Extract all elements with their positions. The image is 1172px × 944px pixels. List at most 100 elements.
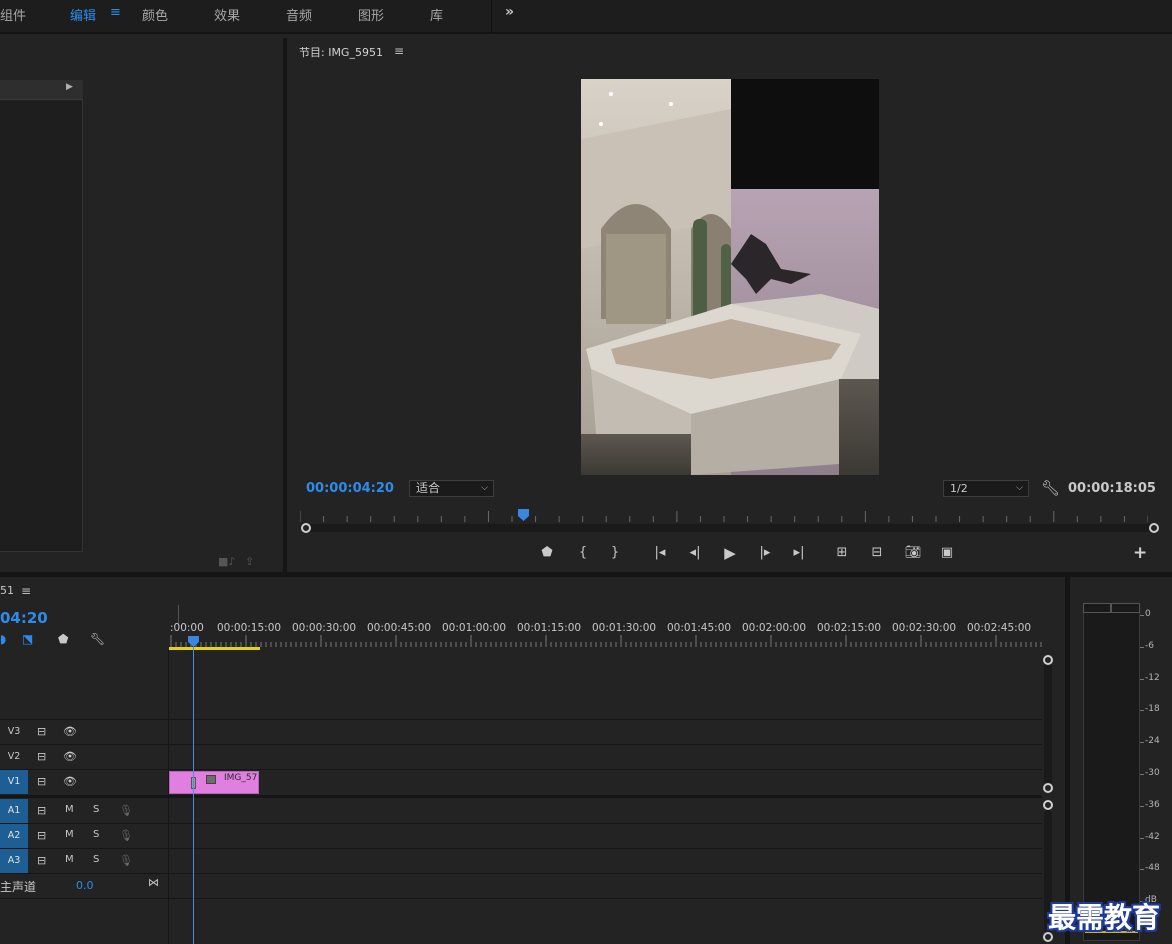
marker-icon[interactable]: ⬟ bbox=[535, 543, 559, 563]
mute-button[interactable]: M bbox=[65, 854, 74, 865]
ruler-label: 00:01:15:00 bbox=[517, 622, 582, 634]
mute-button[interactable]: M bbox=[65, 804, 74, 815]
timeline-sequence-name[interactable]: 51 bbox=[0, 584, 14, 597]
db-tick bbox=[1140, 678, 1144, 680]
track-target-v3[interactable]: V3 bbox=[0, 720, 28, 744]
track-target-a3[interactable]: A3 bbox=[0, 849, 28, 873]
workspace-tab-libraries[interactable]: 库 bbox=[430, 5, 443, 24]
program-monitor-title[interactable]: 节目: IMG_5951 bbox=[299, 44, 383, 60]
eye-icon[interactable]: 👁︎ bbox=[63, 775, 77, 788]
workspace-tab-graphics[interactable]: 图形 bbox=[358, 5, 384, 24]
timeline-timecode[interactable]: 04:20 bbox=[0, 609, 48, 627]
track-target-a1[interactable]: A1 bbox=[0, 799, 28, 823]
wrench-icon[interactable]: 🔧︎ bbox=[1041, 479, 1060, 497]
sync-lock-icon[interactable]: ⊟ bbox=[37, 829, 46, 842]
step-forward-icon[interactable]: |▸ bbox=[753, 543, 777, 563]
timeline-playhead[interactable] bbox=[188, 636, 199, 647]
workspace-tab-effects[interactable]: 效果 bbox=[214, 5, 240, 24]
export-frame-icon[interactable]: 📷︎ bbox=[901, 543, 925, 563]
track-target-v1[interactable]: V1 bbox=[0, 770, 28, 794]
scrub-end-handle[interactable] bbox=[1149, 523, 1159, 533]
workspace-overflow-icon[interactable]: » bbox=[505, 4, 514, 20]
db-label: -30 bbox=[1145, 768, 1160, 778]
expand-arrow-icon[interactable]: ▶ bbox=[66, 82, 73, 92]
linked-selection-icon[interactable]: ⬔ bbox=[22, 632, 33, 646]
panel-divider[interactable] bbox=[283, 38, 287, 574]
playback-resolution-select[interactable]: 1/2 ⌵ bbox=[943, 480, 1029, 497]
meter-clip-indicator-right[interactable] bbox=[1111, 603, 1140, 613]
mute-button[interactable]: M bbox=[65, 829, 74, 840]
playback-resolution-value: 1/2 bbox=[950, 482, 968, 495]
eye-icon[interactable]: 👁︎ bbox=[63, 725, 77, 738]
ruler-label: 00:02:00:00 bbox=[742, 622, 807, 634]
sync-lock-icon[interactable]: ⊟ bbox=[37, 725, 46, 738]
program-mini-ruler[interactable] bbox=[300, 511, 1148, 523]
scrub-start-handle[interactable] bbox=[301, 523, 311, 533]
program-playhead[interactable] bbox=[518, 509, 529, 521]
track-separator bbox=[0, 898, 1042, 899]
microphone-icon[interactable]: 🎙︎ bbox=[119, 854, 133, 867]
ruler-label: 00:02:45:00 bbox=[967, 622, 1032, 634]
add-marker-icon[interactable]: ⬟ bbox=[58, 632, 68, 646]
audio-drag-icon[interactable]: ■♪ bbox=[218, 555, 235, 568]
track-header-a2: A2 ⊟ M S 🎙︎ bbox=[0, 824, 168, 848]
workspace-menu-icon[interactable]: ≡ bbox=[110, 5, 121, 20]
db-tick bbox=[1140, 646, 1144, 648]
db-label: -42 bbox=[1145, 831, 1160, 842]
microphone-icon[interactable]: 🎙︎ bbox=[119, 804, 133, 817]
workspace-tab-assembly[interactable]: 组件 bbox=[0, 5, 26, 24]
mark-out-icon[interactable]: } bbox=[603, 543, 627, 563]
timeline-playhead-line[interactable] bbox=[193, 645, 194, 944]
master-jump-icon[interactable]: ⋈ bbox=[148, 876, 159, 889]
insert-icon[interactable]: ⊞ bbox=[830, 543, 854, 563]
scroll-handle-audio-top[interactable] bbox=[1043, 800, 1053, 810]
workspace-tab-audio[interactable]: 音频 bbox=[286, 5, 312, 24]
sync-lock-icon[interactable]: ⊟ bbox=[37, 750, 46, 763]
mark-in-icon[interactable]: { bbox=[571, 543, 595, 563]
track-target-a2[interactable]: A2 bbox=[0, 824, 28, 848]
track-target-v2[interactable]: V2 bbox=[0, 745, 28, 769]
program-video-frame[interactable] bbox=[581, 79, 879, 475]
master-volume-value[interactable]: 0.0 bbox=[76, 879, 94, 892]
add-button-icon[interactable]: + bbox=[1133, 543, 1147, 563]
program-menu-icon[interactable]: ≡ bbox=[394, 44, 404, 58]
sync-lock-icon[interactable]: ⊟ bbox=[37, 775, 46, 788]
eye-icon[interactable]: 👁︎ bbox=[63, 750, 77, 763]
video-audio-divider[interactable] bbox=[0, 795, 1042, 798]
timeline-menu-icon[interactable]: ≡ bbox=[21, 584, 31, 598]
sync-lock-icon[interactable]: ⊟ bbox=[37, 854, 46, 867]
timeline-clip[interactable]: IMG_57 bbox=[169, 771, 259, 794]
go-to-in-icon[interactable]: |◂ bbox=[648, 543, 672, 563]
microphone-icon[interactable]: 🎙︎ bbox=[119, 829, 133, 842]
go-to-out-icon[interactable]: ▸| bbox=[787, 543, 811, 563]
compare-view-icon[interactable]: ▣ bbox=[935, 543, 959, 563]
scroll-handle-top[interactable] bbox=[1043, 655, 1053, 665]
solo-button[interactable]: S bbox=[93, 854, 99, 865]
program-scrub-bar[interactable] bbox=[306, 524, 1154, 532]
track-header-a3: A3 ⊟ M S 🎙︎ bbox=[0, 849, 168, 873]
ruler-label: 00:00:45:00 bbox=[367, 622, 432, 634]
panel-divider[interactable] bbox=[1065, 577, 1070, 944]
scroll-handle-video-bottom[interactable] bbox=[1043, 783, 1053, 793]
track-header-v1: V1 ⊟ 👁︎ bbox=[0, 770, 168, 794]
current-timecode[interactable]: 00:00:04:20 bbox=[306, 481, 394, 496]
snap-icon[interactable]: ◗ bbox=[0, 632, 6, 646]
workspace-bar: 组件 编辑 ≡ 颜色 效果 音频 图形 库 » bbox=[0, 0, 1172, 34]
timeline-settings-wrench-icon[interactable]: 🔧︎ bbox=[90, 632, 105, 646]
db-label: 0 bbox=[1145, 609, 1151, 619]
panel-divider-horizontal[interactable] bbox=[0, 572, 1172, 577]
ruler-label: 00:02:15:00 bbox=[817, 622, 882, 634]
db-tick bbox=[1140, 837, 1144, 839]
video-tracks-scrollbar[interactable] bbox=[1044, 662, 1052, 784]
play-icon[interactable]: ▶ bbox=[718, 543, 742, 563]
workspace-tab-color[interactable]: 颜色 bbox=[142, 5, 168, 24]
solo-button[interactable]: S bbox=[93, 829, 99, 840]
overwrite-icon[interactable]: ⊟ bbox=[865, 543, 889, 563]
workspace-tab-editing[interactable]: 编辑 bbox=[70, 5, 96, 24]
meter-clip-indicator-left[interactable] bbox=[1083, 603, 1111, 613]
step-back-icon[interactable]: ◂| bbox=[683, 543, 707, 563]
export-icon[interactable]: ⇪ bbox=[245, 555, 254, 568]
zoom-fit-select[interactable]: 适合 ⌵ bbox=[409, 480, 494, 497]
solo-button[interactable]: S bbox=[93, 804, 99, 815]
sync-lock-icon[interactable]: ⊟ bbox=[37, 804, 46, 817]
